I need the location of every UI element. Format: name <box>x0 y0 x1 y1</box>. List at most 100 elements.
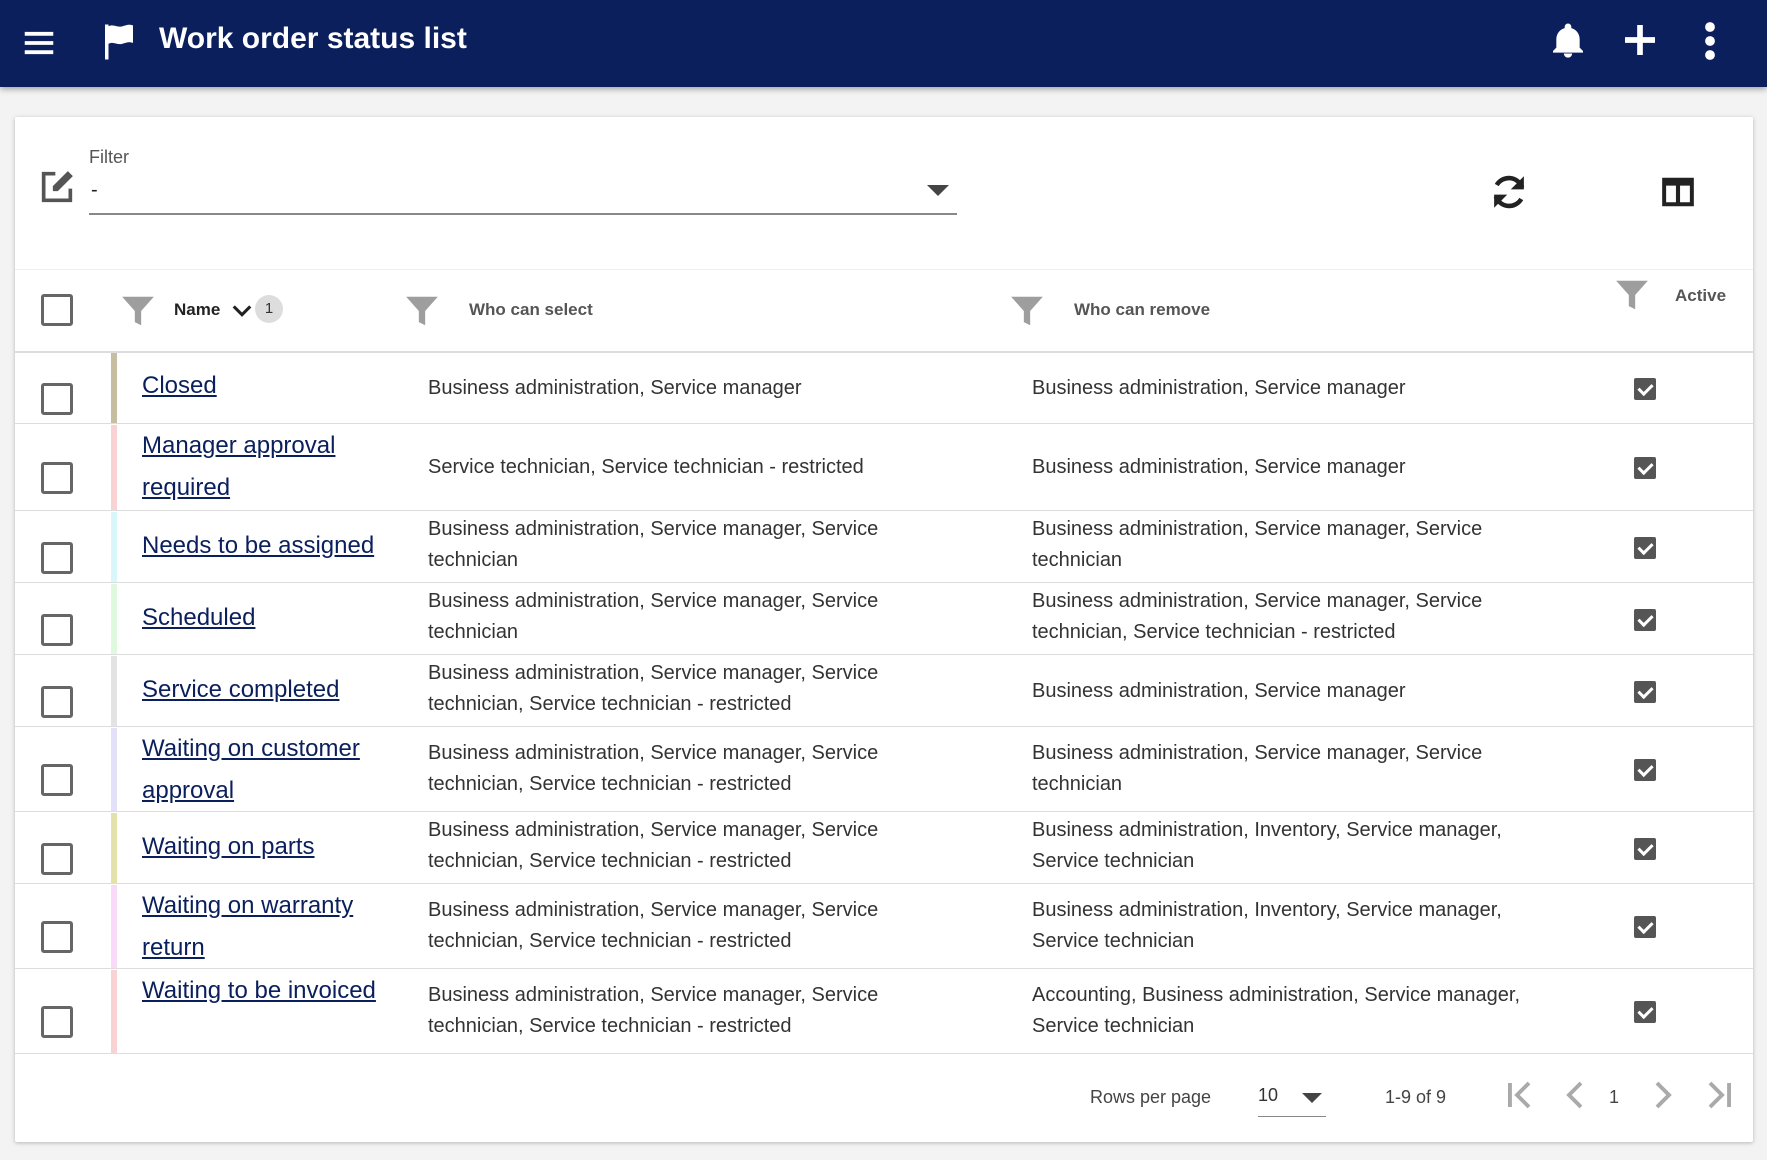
table-header: Name 1 Who can select Who can remove Act… <box>15 269 1753 353</box>
who-can-remove-cell: Business administration, Service manager <box>1032 680 1406 702</box>
page-title: Work order status list <box>159 22 467 55</box>
chevron-down-icon <box>927 185 949 196</box>
row-checkbox[interactable] <box>41 764 73 796</box>
active-check-icon <box>1634 378 1656 400</box>
filter-value: - <box>91 179 98 201</box>
row-checkbox[interactable] <box>41 614 73 646</box>
filter-label: Filter <box>89 147 129 167</box>
row-checkbox[interactable] <box>41 686 73 718</box>
menu-icon[interactable] <box>20 24 58 62</box>
chevron-down-icon <box>1302 1093 1322 1103</box>
table-row: Waiting on parts Business administration… <box>15 813 1753 884</box>
status-color-bar <box>111 970 117 1053</box>
checkbox-box[interactable] <box>41 542 73 574</box>
list-card: Filter - Name 1 Who can select Who can r… <box>15 117 1753 1142</box>
status-name-link[interactable]: Waiting on warranty return <box>142 885 402 969</box>
who-can-remove-cell: Business administration, Service manager… <box>1032 518 1483 571</box>
row-checkbox[interactable] <box>41 462 73 494</box>
filter-select[interactable]: - <box>89 173 957 215</box>
who-can-select-cell: Business administration, Service manager… <box>428 662 879 715</box>
row-checkbox[interactable] <box>41 843 73 875</box>
status-name-link[interactable]: Scheduled <box>142 597 402 639</box>
row-checkbox[interactable] <box>41 1006 73 1038</box>
table-row: Manager approval required Service techni… <box>15 425 1753 511</box>
checkbox-box[interactable] <box>41 383 73 415</box>
status-name-link[interactable]: Waiting to be invoiced <box>142 970 402 1012</box>
status-color-bar <box>111 813 117 883</box>
active-check-icon <box>1634 681 1656 703</box>
prev-page-icon[interactable] <box>1557 1075 1593 1115</box>
table-row: Service completed Business administratio… <box>15 656 1753 727</box>
who-can-select-cell: Business administration, Service manager… <box>428 518 879 571</box>
status-name-link[interactable]: Closed <box>142 365 402 407</box>
status-name-link[interactable]: Waiting on parts <box>142 826 402 868</box>
flag-icon <box>105 24 133 60</box>
checkbox-box[interactable] <box>41 462 73 494</box>
row-checkbox[interactable] <box>41 921 73 953</box>
sort-desc-icon[interactable] <box>230 300 254 322</box>
active-header[interactable]: Active <box>1675 286 1726 306</box>
status-name-link[interactable]: Needs to be assigned <box>142 525 402 567</box>
edit-filter-icon[interactable] <box>37 167 77 207</box>
who-can-remove-cell: Business administration, Inventory, Serv… <box>1032 899 1502 952</box>
current-page: 1 <box>1609 1087 1620 1107</box>
table-row: Scheduled Business administration, Servi… <box>15 584 1753 655</box>
table-row: Closed Business administration, Service … <box>15 353 1753 424</box>
refresh-icon[interactable] <box>1488 171 1530 213</box>
who-can-remove-cell: Business administration, Inventory, Serv… <box>1032 819 1502 872</box>
checkbox-box[interactable] <box>41 686 73 718</box>
status-name-link[interactable]: Manager approval required <box>142 425 402 509</box>
active-check-icon <box>1634 457 1656 479</box>
who-can-select-cell: Business administration, Service manager… <box>428 819 879 872</box>
row-checkbox[interactable] <box>41 383 73 415</box>
who-can-remove-cell: Business administration, Service manager <box>1032 456 1406 478</box>
checkbox-box[interactable] <box>41 294 73 326</box>
who-can-remove-cell: Business administration, Service manager… <box>1032 590 1483 643</box>
status-name-link[interactable]: Waiting on customer approval <box>142 728 402 812</box>
select-all-checkbox[interactable] <box>41 294 73 326</box>
active-check-icon <box>1634 916 1656 938</box>
first-page-icon[interactable] <box>1502 1075 1538 1115</box>
status-color-bar <box>111 728 117 811</box>
rows-per-page-select[interactable]: 10 <box>1258 1077 1326 1117</box>
who-can-select-cell: Business administration, Service manager… <box>428 984 879 1037</box>
who-remove-header[interactable]: Who can remove <box>1074 300 1210 320</box>
active-check-icon <box>1634 1001 1656 1023</box>
page-range: 1-9 of 9 <box>1385 1087 1447 1107</box>
name-header[interactable]: Name <box>174 300 220 320</box>
app-bar: Work order status list <box>0 0 1767 87</box>
who-can-select-cell: Business administration, Service manager <box>428 377 802 399</box>
who-select-filter-icon[interactable] <box>403 292 441 330</box>
who-select-header[interactable]: Who can select <box>469 300 593 320</box>
status-name-link[interactable]: Service completed <box>142 669 402 711</box>
next-page-icon[interactable] <box>1645 1075 1681 1115</box>
more-vert-icon[interactable] <box>1696 20 1724 62</box>
checkbox-box[interactable] <box>41 921 73 953</box>
rows-per-page-value: 10 <box>1258 1085 1279 1105</box>
bell-icon[interactable] <box>1548 19 1588 63</box>
status-color-bar <box>111 656 117 726</box>
checkbox-box[interactable] <box>41 764 73 796</box>
active-check-icon <box>1634 609 1656 631</box>
rows-per-page-label: Rows per page <box>1090 1087 1212 1107</box>
active-check-icon <box>1634 537 1656 559</box>
last-page-icon[interactable] <box>1701 1075 1737 1115</box>
status-color-bar <box>111 885 117 968</box>
plus-icon[interactable] <box>1620 20 1660 60</box>
who-remove-filter-icon[interactable] <box>1008 292 1046 330</box>
columns-icon[interactable] <box>1658 173 1698 211</box>
table-row: Waiting on customer approval Business ad… <box>15 728 1753 812</box>
status-color-bar <box>111 512 117 582</box>
name-filter-icon[interactable] <box>119 292 157 330</box>
checkbox-box[interactable] <box>41 614 73 646</box>
checkbox-box[interactable] <box>41 843 73 875</box>
who-can-select-cell: Business administration, Service manager… <box>428 742 879 795</box>
table-row: Needs to be assigned Business administra… <box>15 512 1753 583</box>
who-can-remove-cell: Accounting, Business administration, Ser… <box>1032 984 1521 1037</box>
who-can-select-cell: Business administration, Service manager… <box>428 899 879 952</box>
table-row: Waiting on warranty return Business admi… <box>15 885 1753 969</box>
checkbox-box[interactable] <box>41 1006 73 1038</box>
row-checkbox[interactable] <box>41 542 73 574</box>
active-filter-icon[interactable] <box>1613 276 1651 314</box>
status-color-bar <box>111 353 117 423</box>
